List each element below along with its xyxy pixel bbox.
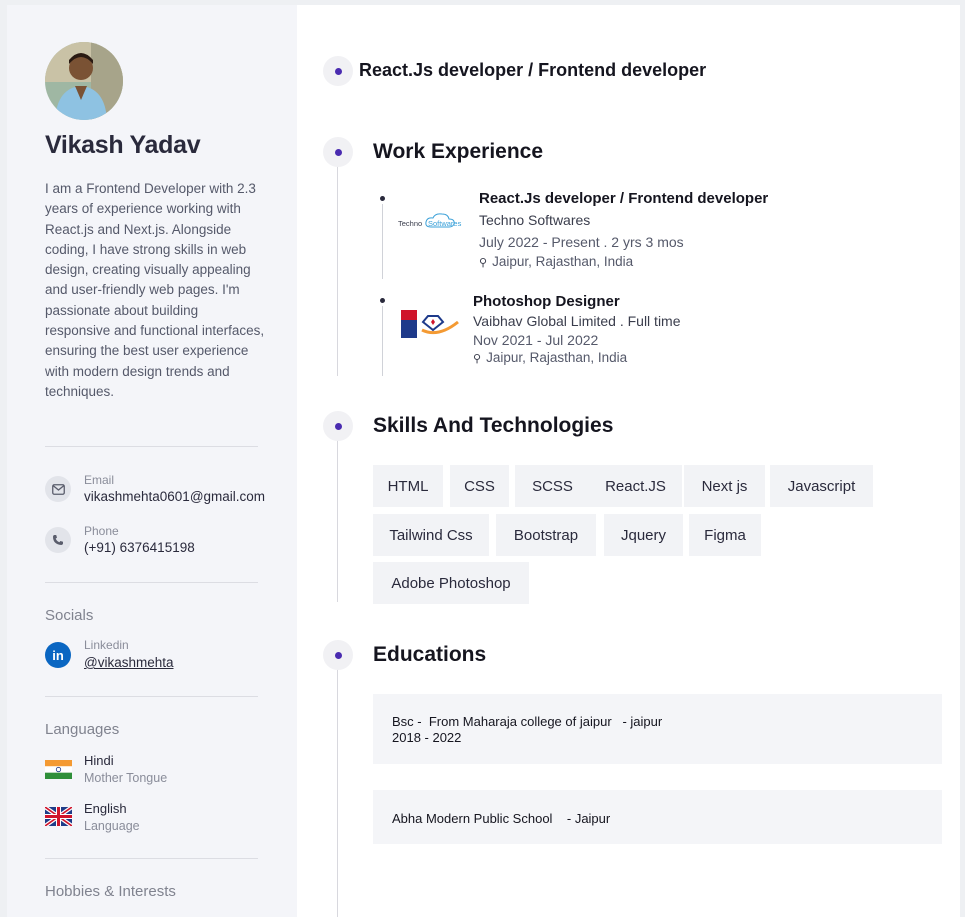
education-line: Bsc - From Maharaja college of jaipur - … xyxy=(392,714,663,729)
timeline-line xyxy=(337,162,338,376)
job-company: Vaibhav Global Limited . Full time xyxy=(473,313,681,329)
job-period: July 2022 - Present . 2 yrs 3 mos xyxy=(479,234,684,250)
job-line xyxy=(382,306,383,376)
skills-heading: Skills And Technologies xyxy=(373,414,614,437)
sidebar: Vikash Yadav I am a Frontend Developer w… xyxy=(7,5,297,917)
divider xyxy=(45,858,258,859)
profile-bio: I am a Frontend Developer with 2.3 years… xyxy=(45,181,265,399)
education-line: Abha Modern Public School - Jaipur xyxy=(392,811,611,826)
email-label: Email xyxy=(84,473,115,487)
timeline-line xyxy=(337,666,338,917)
work-heading: Work Experience xyxy=(373,140,544,163)
job-location-text: Jaipur, Rajasthan, India xyxy=(486,350,628,365)
education-card: Bsc - From Maharaja college of jaipur - … xyxy=(373,694,942,764)
profile-name: Vikash Yadav xyxy=(45,131,201,159)
linkedin-label: Linkedin xyxy=(84,638,129,652)
timeline-dot xyxy=(323,411,353,441)
linkedin-icon[interactable]: in xyxy=(45,642,71,668)
languages-heading: Languages xyxy=(45,721,120,738)
skill-chip: Javascript xyxy=(770,465,873,507)
divider xyxy=(45,696,258,697)
skill-chip: Tailwind Css xyxy=(373,514,489,556)
job-bullet xyxy=(380,196,385,201)
skill-chip: Figma xyxy=(689,514,761,556)
map-pin-icon: ⚲ xyxy=(479,257,488,269)
phone-label: Phone xyxy=(84,524,119,538)
india-flag-icon xyxy=(45,760,72,779)
skill-chip: HTML xyxy=(373,465,443,507)
email-value[interactable]: vikashmehta0601@gmail.com xyxy=(84,489,265,504)
job-location: ⚲ Jaipur, Rajasthan, India xyxy=(473,350,627,365)
education-years: 2018 - 2022 xyxy=(392,730,462,745)
job-title: Photoshop Designer xyxy=(473,293,620,310)
job-line xyxy=(382,204,383,279)
education-heading: Educations xyxy=(373,643,487,666)
phone-icon xyxy=(45,527,71,553)
language-level: Language xyxy=(84,819,140,833)
avatar xyxy=(45,42,123,120)
language-name: English xyxy=(84,801,127,816)
phone-value[interactable]: (+91) 6376415198 xyxy=(84,540,195,555)
hobbies-heading: Hobbies & Interests xyxy=(45,883,176,900)
job-location-text: Jaipur, Rajasthan, India xyxy=(492,254,634,269)
language-level: Mother Tongue xyxy=(84,771,168,785)
skill-chip: React.JS xyxy=(589,465,682,507)
skill-chip: Jquery xyxy=(604,514,683,556)
job-title: React.Js developer / Frontend developer xyxy=(479,190,769,207)
uk-flag-icon xyxy=(43,805,74,828)
skill-chip: CSS xyxy=(450,465,509,507)
vaibhav-global-logo xyxy=(400,308,460,340)
divider xyxy=(45,582,258,583)
timeline-dot xyxy=(323,137,353,167)
skill-chip: Bootstrap xyxy=(496,514,596,556)
envelope-icon xyxy=(45,476,71,502)
headline: React.Js developer / Frontend developer xyxy=(359,60,707,80)
timeline-line xyxy=(337,437,338,602)
job-bullet xyxy=(380,298,385,303)
logo-text: Softwares xyxy=(428,219,462,228)
skill-chip: Adobe Photoshop xyxy=(373,562,529,604)
job-company: Techno Softwares xyxy=(479,212,591,228)
skill-chip: Next js xyxy=(684,465,765,507)
resume-card: Vikash Yadav I am a Frontend Developer w… xyxy=(7,5,960,917)
job-location: ⚲ Jaipur, Rajasthan, India xyxy=(479,254,633,269)
language-name: Hindi xyxy=(84,753,114,768)
divider xyxy=(45,446,258,447)
education-card: Abha Modern Public School - Jaipur xyxy=(373,790,942,844)
linkedin-link[interactable]: @vikashmehta xyxy=(84,655,174,670)
timeline-dot xyxy=(323,640,353,670)
socials-heading: Socials xyxy=(45,607,94,624)
timeline-dot xyxy=(323,56,353,86)
skill-chip: SCSS xyxy=(515,465,590,507)
logo-text: Techno xyxy=(398,219,422,228)
job-period: Nov 2021 - Jul 2022 xyxy=(473,332,599,348)
map-pin-icon: ⚲ xyxy=(473,353,482,365)
techno-softwares-logo: Techno Softwares xyxy=(397,210,463,234)
